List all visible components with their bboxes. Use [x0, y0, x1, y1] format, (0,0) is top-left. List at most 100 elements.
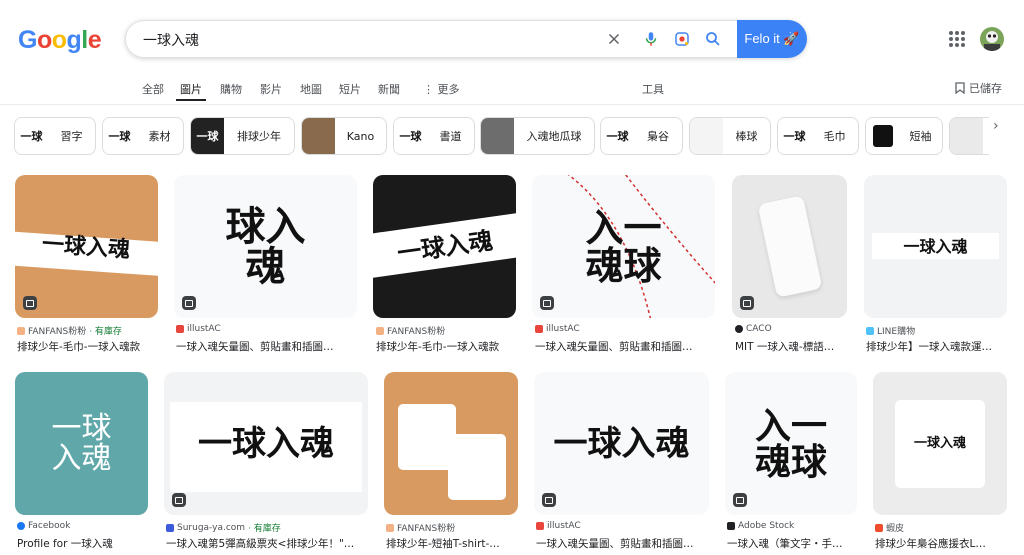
tab-maps[interactable]: 地圖 — [300, 81, 322, 97]
stock-status: · 有庫存 — [89, 327, 122, 337]
saved-button[interactable]: 已儲存 — [955, 80, 1002, 96]
result-title[interactable]: 排球少年-毛巾-一球入魂款 — [17, 339, 162, 354]
result-image[interactable]: 一球入魂 — [15, 175, 158, 318]
chip-more-partial[interactable] — [949, 117, 989, 155]
chip-fukurodani[interactable]: 一球 梟谷 — [600, 117, 683, 155]
chip-thumbnail: 一球 — [778, 118, 811, 154]
result-source[interactable]: LINE購物 — [877, 324, 915, 337]
result-title[interactable]: 排球少年-短袖T-shirt-… — [386, 536, 520, 551]
result-image[interactable]: 球入魂 — [174, 175, 357, 318]
image-icon — [542, 493, 556, 507]
result-title[interactable]: 排球少年】一球入魂款運… — [866, 339, 1006, 354]
tab-all[interactable]: 全部 — [142, 81, 164, 97]
tab-images[interactable]: 圖片 — [180, 81, 202, 97]
site-favicon-icon — [386, 523, 394, 532]
chip-thumbnail: 一球 — [601, 118, 634, 154]
felo-it-button[interactable]: Felo it 🚀 — [737, 20, 807, 58]
search-box[interactable]: 一球入魂 Felo it 🚀 — [125, 20, 807, 58]
chip-thumbnail: 一球 — [15, 118, 48, 154]
apps-grid-icon[interactable] — [949, 31, 965, 47]
chip-thumbnail: 一球 — [191, 118, 224, 154]
result-source[interactable]: CACO — [746, 324, 772, 334]
tools-button[interactable]: 工具 — [642, 81, 664, 97]
tab-more[interactable]: ⋮ 更多 — [423, 81, 460, 97]
result-image[interactable] — [384, 372, 518, 515]
site-favicon-icon — [536, 522, 544, 530]
result-title[interactable]: MIT 一球入魂-標語… — [735, 339, 850, 354]
result-image[interactable]: 一球入魂 — [534, 372, 709, 515]
site-favicon-icon — [17, 326, 25, 335]
result-image[interactable]: 一球入魂 — [864, 175, 1007, 318]
result-title[interactable]: 排球少年梟谷應援衣L… — [875, 536, 1009, 551]
result-image[interactable]: 一球入魂 — [373, 175, 516, 318]
chip-kano[interactable]: Kano — [301, 117, 387, 155]
logo-letter: o — [51, 26, 67, 54]
chip-thumbnail — [866, 118, 899, 154]
result-image[interactable]: 一球入魂 — [164, 372, 368, 515]
microphone-icon[interactable] — [642, 30, 660, 48]
result-source[interactable]: 蝦皮 — [886, 521, 904, 534]
site-favicon-icon — [376, 326, 384, 335]
chip-thumbnail — [481, 118, 514, 154]
tab-news[interactable]: 新聞 — [378, 81, 400, 97]
site-favicon-icon — [166, 523, 174, 532]
result-title[interactable]: 一球入魂第5彈高級票夾<排球少年！"… — [166, 536, 370, 551]
result-source[interactable]: FANFANS粉粉 — [387, 324, 445, 337]
avatar[interactable] — [980, 27, 1004, 51]
result-source[interactable]: illustAC — [547, 521, 581, 531]
product-tag-icon — [740, 296, 754, 310]
chip-shodo[interactable]: 一球 書道 — [393, 117, 475, 155]
result-title[interactable]: 一球入魂矢量圖、剪貼畫和插圖… — [536, 536, 708, 551]
chip-sweet-potato-balls[interactable]: 入魂地瓜球 — [480, 117, 595, 155]
result-source[interactable]: illustAC — [546, 324, 580, 334]
result-source[interactable]: illustAC — [187, 324, 221, 334]
result-source[interactable]: FANFANS粉粉 — [397, 521, 455, 534]
sock-product — [757, 195, 822, 298]
active-tab-indicator — [176, 99, 206, 101]
site-favicon-icon — [17, 522, 25, 530]
site-favicon-icon — [735, 325, 743, 333]
result-image[interactable]: 入一 魂球 — [532, 175, 715, 318]
chevron-right-icon[interactable]: › — [993, 118, 999, 134]
logo-letter: o — [36, 26, 52, 54]
site-favicon-icon — [875, 523, 883, 532]
result-image[interactable]: 一球 入魂 — [15, 372, 148, 515]
lens-icon[interactable] — [673, 30, 691, 48]
tab-videos[interactable]: 影片 — [260, 81, 282, 97]
result-image[interactable]: 一球入魂 — [873, 372, 1007, 515]
result-source[interactable]: Facebook — [28, 521, 70, 531]
chip-short-sleeve[interactable]: 短袖 — [865, 117, 943, 155]
result-title[interactable]: 一球入魂矢量圖、剪貼畫和插圖… — [176, 339, 356, 354]
google-logo[interactable]: Google — [18, 26, 102, 55]
result-title[interactable]: 排球少年-毛巾-一球入魂款 — [376, 339, 521, 354]
logo-letter: g — [66, 26, 82, 54]
search-input[interactable]: 一球入魂 — [143, 30, 199, 50]
tab-shopping[interactable]: 購物 — [220, 81, 242, 97]
saved-label: 已儲存 — [969, 82, 1002, 95]
result-title[interactable]: 一球入魂矢量圖、剪貼畫和插圖… — [535, 339, 715, 354]
chip-baseball[interactable]: 棒球 — [689, 117, 771, 155]
chip-thumbnail — [690, 118, 723, 154]
result-source[interactable]: FANFANS粉粉 — [28, 324, 86, 337]
tshirt-product — [448, 434, 506, 500]
site-favicon-icon — [727, 522, 735, 530]
result-source[interactable]: Adobe Stock — [738, 521, 794, 531]
search-icon[interactable] — [704, 30, 722, 48]
result-image[interactable]: 入一 魂球 — [725, 372, 857, 515]
result-title[interactable]: Profile for 一球入魂 — [17, 536, 152, 551]
chip-haikyuu[interactable]: 一球 排球少年 — [190, 117, 295, 155]
chip-thumbnail: 一球 — [394, 118, 427, 154]
product-tag-icon — [23, 296, 37, 310]
chip-calligraphy[interactable]: 一球 習字 — [14, 117, 96, 155]
product-tag-icon — [172, 493, 186, 507]
chip-material[interactable]: 一球 素材 — [102, 117, 184, 155]
clear-icon[interactable] — [605, 30, 623, 48]
chip-towel[interactable]: 一球 毛巾 — [777, 117, 859, 155]
tab-shorts[interactable]: 短片 — [339, 81, 361, 97]
bookmark-icon — [955, 82, 965, 94]
site-favicon-icon — [535, 325, 543, 333]
result-source[interactable]: Suruga-ya.com — [177, 523, 245, 533]
result-image[interactable] — [732, 175, 847, 318]
image-icon — [733, 493, 747, 507]
result-title[interactable]: 一球入魂（筆文字・手… — [727, 536, 859, 551]
